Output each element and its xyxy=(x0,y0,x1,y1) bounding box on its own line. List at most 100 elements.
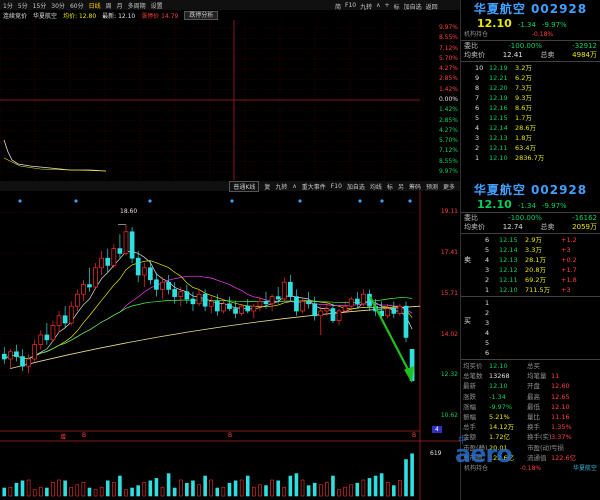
volume-bar xyxy=(203,475,207,497)
period-tab-9[interactable]: 设置 xyxy=(151,1,163,10)
candle-body xyxy=(300,301,305,312)
kline-scale-tick: 15.71 xyxy=(440,289,458,297)
period-tab-2[interactable]: 15分 xyxy=(33,1,47,10)
top-sell-row[interactable]: 5 12.15 1.7万 xyxy=(461,113,600,123)
top-sell-row[interactable]: 7 12.19 9.3万 xyxy=(461,93,600,103)
volume-bar xyxy=(57,479,61,497)
kline-tool-10[interactable]: 筹码 xyxy=(409,182,421,191)
stock-title: 华夏航空 002928 xyxy=(473,2,588,16)
kline-tool-3[interactable]: ∧ xyxy=(292,183,296,190)
candle-body xyxy=(62,315,68,324)
volume-bar xyxy=(270,479,274,497)
volume-bar xyxy=(51,482,55,497)
top-sell-row[interactable]: 6 12.16 8.6万 xyxy=(461,103,600,113)
top-sell-row[interactable]: 3 12.13 1.8万 xyxy=(461,133,600,143)
kline-tool-2[interactable]: 九转 xyxy=(275,182,287,191)
top-sell-row[interactable]: 1 12.10 2836.7万 xyxy=(461,153,600,163)
kline-tool-9[interactable]: 另 xyxy=(398,182,404,191)
kline-tool-7[interactable]: 均线 xyxy=(370,182,382,191)
ob-level: 1 xyxy=(485,299,490,307)
ob-price: 12.20 xyxy=(489,84,508,92)
kline-tool-5[interactable]: F10 xyxy=(331,183,342,190)
main-sell-row[interactable]: 2 12.11 69.2万 +1.8 xyxy=(471,275,600,285)
period-tab-6[interactable]: 周 xyxy=(106,1,112,10)
stat-value: 12.10 xyxy=(551,402,570,411)
volume-bar xyxy=(191,480,195,497)
volume-bar xyxy=(130,487,134,497)
ob-volume: 63.4万 xyxy=(515,144,536,152)
volume-bar xyxy=(112,482,116,497)
candle-body xyxy=(397,305,403,314)
period-tab-1[interactable]: 5分 xyxy=(18,1,28,10)
candle-body xyxy=(227,303,232,309)
period-tab-0[interactable]: 1分 xyxy=(3,1,13,10)
ob-level: 2 xyxy=(475,144,480,152)
stat-value: 亏损 xyxy=(551,443,564,452)
footer-link[interactable]: 华夏航空 xyxy=(573,464,597,473)
kline-tool-0[interactable]: 普通K线 xyxy=(229,180,260,192)
volume-bar xyxy=(148,480,153,497)
kline-tool-1[interactable]: 复 xyxy=(264,182,270,191)
event-marker-icon[interactable] xyxy=(358,199,362,203)
period-tab-8[interactable]: 多周期 xyxy=(128,1,146,10)
event-marker-icon[interactable] xyxy=(298,199,302,203)
top-sell-row[interactable]: 8 12.20 7.3万 xyxy=(461,83,600,93)
ob-tag xyxy=(561,338,591,348)
top-sell-row[interactable]: 10 12.19 3.2万 xyxy=(461,63,600,73)
top-sell-row[interactable]: 9 12.21 6.2万 xyxy=(461,73,600,83)
event-marker-icon[interactable] xyxy=(408,199,412,203)
stat-key: 流通值 xyxy=(527,453,547,462)
stat-value: 14.12万 xyxy=(489,423,515,432)
event-marker-icon[interactable] xyxy=(230,199,234,203)
volume-bar xyxy=(294,473,299,497)
ob-level: 4 xyxy=(485,256,490,264)
main-sell-row[interactable]: 5 12.14 3.3万 +3 xyxy=(471,245,600,255)
kline-tool-6[interactable]: 加自选 xyxy=(347,182,365,191)
main-sell-row[interactable]: 3 12.12 20.8万 +1.7 xyxy=(471,265,600,275)
main-buy-row[interactable]: 1 xyxy=(471,298,600,308)
ob-tag xyxy=(551,103,581,113)
kline-tool-8[interactable]: 标 xyxy=(387,182,393,191)
ob-price: 12.14 xyxy=(499,246,518,254)
period-tab-5[interactable]: 日线 xyxy=(89,1,101,10)
candle-body xyxy=(87,284,92,288)
candle-body xyxy=(269,296,275,305)
top-sell-row[interactable]: 2 12.11 63.4万 xyxy=(461,143,600,153)
volume-bar xyxy=(410,453,414,497)
kline-tool-12[interactable]: 更多 xyxy=(443,182,455,191)
period-tab-3[interactable]: 30分 xyxy=(51,1,65,10)
main-buy-row[interactable]: 5 xyxy=(471,338,600,348)
ob-price: 12.12 xyxy=(499,266,518,274)
stat-value: 1.35% xyxy=(551,423,572,432)
volume-bar xyxy=(87,487,92,497)
main-sell-row[interactable]: 6 12.15 2.9万 +1.2 xyxy=(471,235,600,245)
ob-level: 4 xyxy=(485,329,490,337)
kline-tool-11[interactable]: 预测 xyxy=(426,182,438,191)
event-marker-icon[interactable] xyxy=(380,199,384,203)
ob-side xyxy=(473,245,485,255)
stock-label: 华夏航空 xyxy=(33,12,58,20)
kline-tool-4[interactable]: 重大事件 xyxy=(302,182,326,191)
kline-scale-tick: 10.62 xyxy=(440,412,458,420)
limit-analysis-dropdown[interactable]: 跌停分析 xyxy=(184,10,219,20)
event-marker-icon[interactable] xyxy=(148,199,152,203)
period-tab-4[interactable]: 60分 xyxy=(70,1,84,10)
main-buy-row[interactable]: 2 xyxy=(471,308,600,318)
main-sell-row[interactable]: 1 12.10 711.5万 +3 xyxy=(471,285,600,295)
volume-bar xyxy=(325,482,329,497)
watermark-logo: aero xyxy=(455,440,513,468)
main-buy-row[interactable]: 6 xyxy=(471,348,600,358)
main-sell-row[interactable]: 4 12.13 28.1万 +0.2 xyxy=(471,255,600,265)
ob-side xyxy=(473,328,485,338)
ob-price: 12.16 xyxy=(489,104,508,112)
main-buy-row[interactable]: 4 xyxy=(471,328,600,338)
ob-level: 5 xyxy=(485,339,490,347)
stat-key: 最新 xyxy=(463,382,476,391)
volume-bar xyxy=(14,482,19,497)
event-marker-icon[interactable] xyxy=(18,199,22,203)
period-tab-7[interactable]: 月 xyxy=(117,1,123,10)
main-buy-row[interactable]: 3 xyxy=(471,318,600,328)
top-sell-row[interactable]: 4 12.14 28.6万 xyxy=(461,123,600,133)
ob-volume xyxy=(525,348,561,358)
event-marker-icon[interactable] xyxy=(74,199,78,203)
